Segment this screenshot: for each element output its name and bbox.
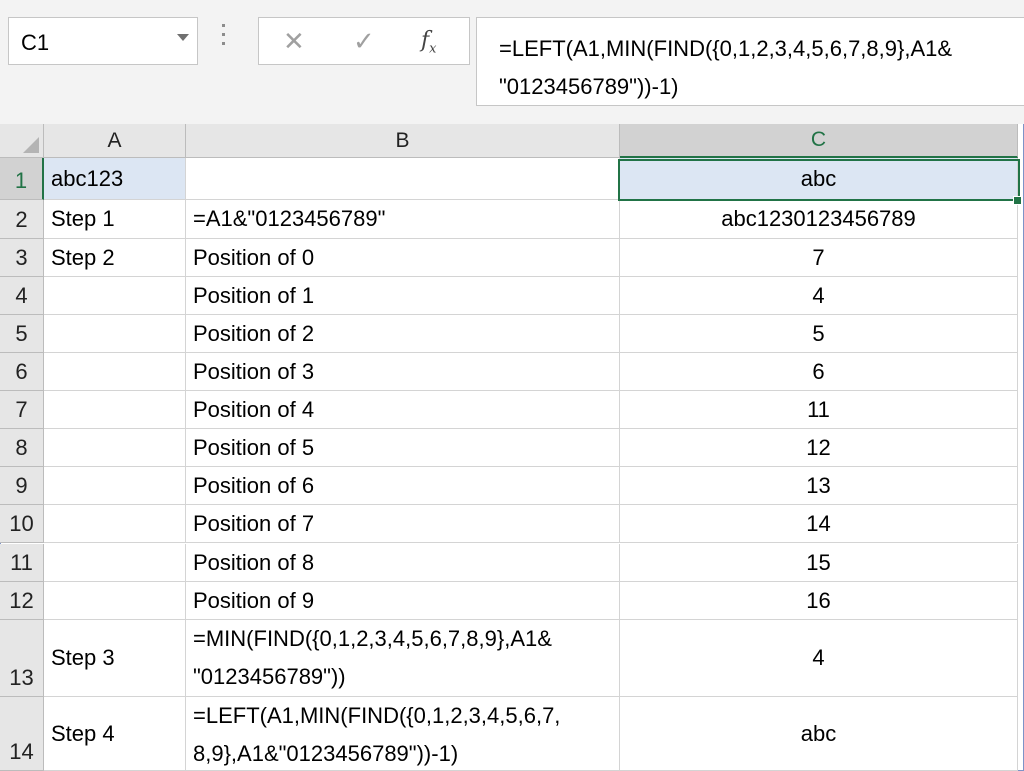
more-options-icon[interactable]	[222, 24, 225, 51]
cell-a8[interactable]	[44, 429, 186, 467]
formula-buttons: ✕ ✓ fx	[258, 17, 470, 65]
cell-c2[interactable]: abc1230123456789	[620, 200, 1018, 239]
cell-b3[interactable]: Position of 0	[186, 239, 620, 277]
cell-c11[interactable]: 15	[620, 544, 1018, 582]
cell-text-line: =MIN(FIND({0,1,2,3,4,5,6,7,8,9},A1&	[193, 626, 552, 651]
row-header[interactable]: 8	[0, 429, 44, 467]
cell-c12[interactable]: 16	[620, 582, 1018, 620]
column-header-c[interactable]: C	[620, 124, 1018, 158]
row-header[interactable]: 11	[0, 544, 44, 582]
name-box-value: C1	[21, 30, 50, 55]
row-header[interactable]: 6	[0, 353, 44, 391]
cell-a6[interactable]	[44, 353, 186, 391]
table-row: 2 Step 1 =A1&"0123456789" abc1230123456789	[0, 200, 1024, 239]
insert-function-icon[interactable]: fx	[421, 28, 437, 56]
row-header[interactable]: 3	[0, 239, 44, 277]
cell-c8[interactable]: 12	[620, 429, 1018, 467]
cell-b2[interactable]: =A1&"0123456789"	[186, 200, 620, 239]
select-all-corner[interactable]	[0, 124, 44, 158]
cell-text-line: 8,9},A1&"0123456789"))-1)	[193, 741, 459, 766]
cell-c4[interactable]: 4	[620, 277, 1018, 315]
cell-c1[interactable]: abc	[620, 158, 1018, 200]
table-row: 6 Position of 36	[0, 353, 1024, 391]
cell-b7[interactable]: Position of 4	[186, 391, 620, 429]
row-header[interactable]: 12	[0, 582, 44, 620]
formula-line-1: =LEFT(A1,MIN(FIND({0,1,2,3,4,5,6,7,8,9},…	[499, 36, 953, 61]
row-header[interactable]: 10	[0, 505, 44, 543]
fill-handle[interactable]	[1013, 196, 1022, 205]
cell-a4[interactable]	[44, 277, 186, 315]
table-row: 12 Position of 9 16	[0, 582, 1024, 620]
formula-line-2: "0123456789"))-1)	[499, 74, 679, 99]
close-icon[interactable]: ✕	[283, 26, 305, 57]
cell-c3[interactable]: 7	[620, 239, 1018, 277]
formula-input[interactable]: =LEFT(A1,MIN(FIND({0,1,2,3,4,5,6,7,8,9},…	[476, 17, 1024, 106]
row-header[interactable]: 9	[0, 467, 44, 505]
table-row: 11 Position of 8 15	[0, 544, 1024, 582]
cell-c14[interactable]: abc	[620, 697, 1018, 771]
column-header-a[interactable]: A	[44, 124, 186, 158]
cell-b11[interactable]: Position of 8	[186, 544, 620, 582]
cell-a3[interactable]: Step 2	[44, 239, 186, 277]
check-icon[interactable]: ✓	[353, 26, 375, 57]
formula-bar-area: C1 ✕ ✓ fx =LEFT(A1,MIN(FIND({0,1,2,3,4,5…	[0, 0, 1024, 124]
table-row: 1 abc123 abc	[0, 158, 1024, 200]
table-row: 13 Step 3 =MIN(FIND({0,1,2,3,4,5,6,7,8,9},…	[0, 620, 1024, 697]
cell-c6[interactable]: 6	[620, 353, 1018, 391]
table-row: 4 Position of 14	[0, 277, 1024, 315]
cell-c5[interactable]: 5	[620, 315, 1018, 353]
cell-text-line: "0123456789"))	[193, 664, 346, 689]
table-row: 14 Step 4 =LEFT(A1,MIN(FIND({0,1,2,3,4,5,6…	[0, 697, 1024, 771]
cell-b14[interactable]: =LEFT(A1,MIN(FIND({0,1,2,3,4,5,6,7, 8,9},…	[186, 697, 620, 771]
cell-b12[interactable]: Position of 9	[186, 582, 620, 620]
cell-text-line: =LEFT(A1,MIN(FIND({0,1,2,3,4,5,6,7,	[193, 703, 561, 728]
cell-a10[interactable]	[44, 505, 186, 543]
row-header[interactable]: 5	[0, 315, 44, 353]
row-header[interactable]: 1	[0, 158, 44, 200]
row-header[interactable]: 7	[0, 391, 44, 429]
cell-a2[interactable]: Step 1	[44, 200, 186, 239]
cell-c10[interactable]: 14	[620, 505, 1018, 543]
cell-c13[interactable]: 4	[620, 620, 1018, 697]
cell-b6[interactable]: Position of 3	[186, 353, 620, 391]
cell-b9[interactable]: Position of 6	[186, 467, 620, 505]
cell-c7[interactable]: 11	[620, 391, 1018, 429]
row-header[interactable]: 2	[0, 200, 44, 239]
cell-b5[interactable]: Position of 2	[186, 315, 620, 353]
table-row: 10 Position of 7 14	[0, 505, 1024, 543]
table-row: 3 Step 2 Position of 07	[0, 239, 1024, 277]
cell-a7[interactable]	[44, 391, 186, 429]
cell-b13[interactable]: =MIN(FIND({0,1,2,3,4,5,6,7,8,9},A1& "0123…	[186, 620, 620, 697]
table-row: 9 Position of 6 13	[0, 467, 1024, 505]
cell-a9[interactable]	[44, 467, 186, 505]
table-row: 8 Position of 5 12	[0, 429, 1024, 467]
table-row: 7 Position of 4 11	[0, 391, 1024, 429]
row-header[interactable]: 14	[0, 697, 44, 771]
cell-a14[interactable]: Step 4	[44, 697, 186, 771]
cell-b1[interactable]	[186, 158, 620, 200]
column-header-b[interactable]: B	[186, 124, 620, 158]
cell-a11[interactable]	[44, 544, 186, 582]
cell-c9[interactable]: 13	[620, 467, 1018, 505]
row-header[interactable]: 13	[0, 620, 44, 697]
chevron-down-icon[interactable]	[177, 34, 189, 41]
cell-b4[interactable]: Position of 1	[186, 277, 620, 315]
cell-b10[interactable]: Position of 7	[186, 505, 620, 543]
cell-b8[interactable]: Position of 5	[186, 429, 620, 467]
cell-a13[interactable]: Step 3	[44, 620, 186, 697]
row-header[interactable]: 4	[0, 277, 44, 315]
cell-a12[interactable]	[44, 582, 186, 620]
table-row: 5 Position of 25	[0, 315, 1024, 353]
cell-a5[interactable]	[44, 315, 186, 353]
name-box[interactable]: C1	[8, 17, 198, 65]
cell-a1[interactable]: abc123	[44, 158, 186, 200]
